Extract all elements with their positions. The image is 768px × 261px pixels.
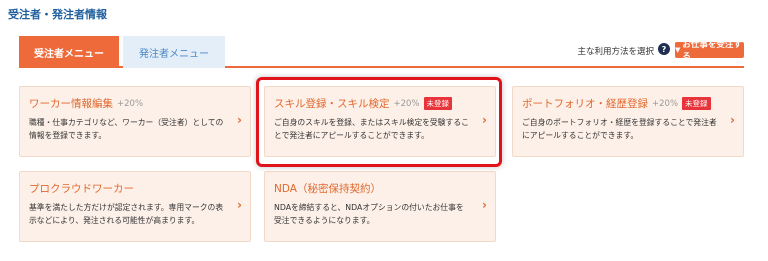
card-pro-crowdworker[interactable]: プロクラウドワーカー 基準を満たした方だけが認定されます。専用マークの表示などに…: [19, 171, 251, 242]
card-portfolio-registration[interactable]: ポートフォリオ・経歴登録 +20% 未登録 ご自身のポートフォリオ・経歴を登録す…: [512, 86, 744, 157]
chevron-down-icon: ▼: [675, 46, 681, 54]
card-title: NDA（秘密保持契約）: [274, 183, 381, 195]
chevron-right-icon: ›: [482, 198, 487, 212]
order-job-button-label: お仕事を受注する: [682, 40, 742, 62]
card-percent: +20%: [117, 98, 144, 109]
question-circle-icon[interactable]: ?: [658, 43, 670, 55]
page-title: 受注者・発注者情報: [8, 8, 107, 21]
chevron-right-icon: ›: [730, 113, 735, 127]
card-worker-info[interactable]: ワーカー情報編集 +20% 職種・仕事カテゴリなど、ワーカー（受注者）としての情…: [19, 86, 251, 157]
card-description: 基準を満たした方だけが認定されます。専用マークの表示などにより、発注される可能性…: [29, 203, 224, 225]
card-title: ポートフォリオ・経歴登録: [522, 98, 648, 110]
status-badge: 未登録: [682, 97, 711, 110]
tab-worker-menu[interactable]: 受注者メニュー: [19, 36, 119, 68]
highlight-frame: [256, 77, 502, 167]
chevron-right-icon: ›: [237, 198, 242, 212]
chevron-right-icon: ›: [237, 113, 242, 127]
card-title: プロクラウドワーカー: [29, 183, 134, 195]
card-description: NDAを締結すると、NDAオプションの付いたお仕事を受注できるようになります。: [274, 203, 464, 225]
card-percent: +20%: [652, 98, 679, 109]
card-nda[interactable]: NDA（秘密保持契約） NDAを締結すると、NDAオプションの付いたお仕事を受注…: [264, 171, 496, 242]
usage-select-label: 主な利用方法を選択: [577, 47, 654, 57]
card-description: 職種・仕事カテゴリなど、ワーカー（受注者）としての情報を登録できます。: [29, 118, 224, 140]
card-title: ワーカー情報編集: [29, 98, 113, 110]
card-description: ご自身のポートフォリオ・経歴を登録することで発注者にアピールすることができます。: [522, 118, 717, 140]
tab-client-menu[interactable]: 発注者メニュー: [123, 36, 225, 68]
order-job-button[interactable]: ▼ お仕事を受注する: [675, 40, 744, 62]
